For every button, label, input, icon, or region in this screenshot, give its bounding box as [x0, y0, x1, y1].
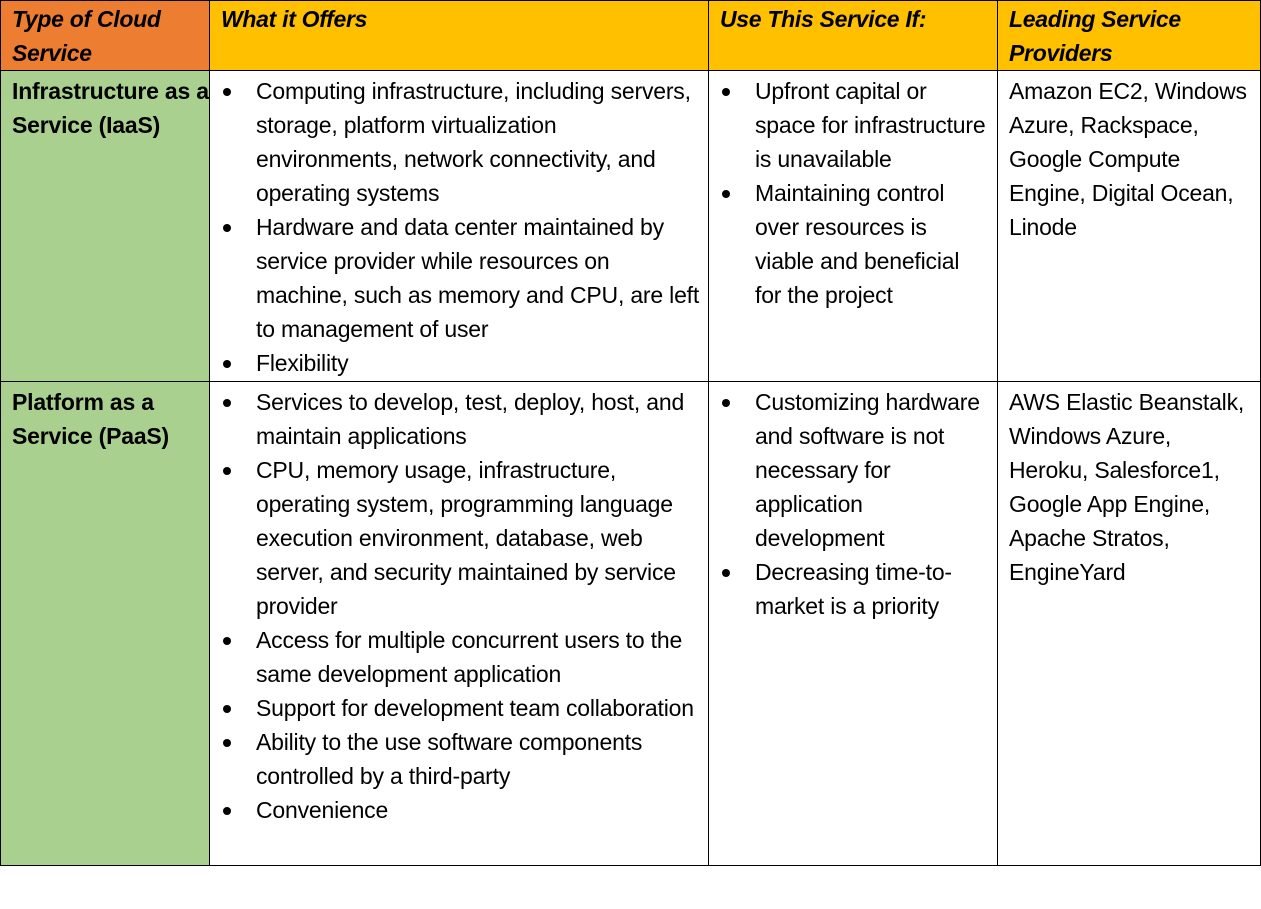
list-item-text: Access for multiple concurrent users to … [256, 627, 683, 687]
list-item: Customizing hardware and software is not… [709, 385, 991, 555]
list-item-text: Convenience [256, 797, 389, 823]
list-item-text: Upfront capital or space for infrastruct… [755, 78, 986, 172]
list-item: Hardware and data center maintained by s… [210, 210, 702, 346]
list-item: Maintaining control over resources is vi… [709, 176, 991, 312]
list-item-text: Flexibility [256, 350, 349, 376]
bullet-icon [722, 190, 730, 198]
bullet-icon [722, 88, 730, 96]
offers-cell-iaas: Computing infrastructure, including serv… [209, 70, 709, 382]
header-offers-label: What it Offers [221, 6, 368, 32]
use-if-cell-iaas: Upfront capital or space for infrastruct… [708, 70, 998, 382]
list-item: Ability to the use software components c… [210, 725, 702, 793]
list-item: CPU, memory usage, infrastructure, opera… [210, 453, 702, 623]
list-item: Support for development team collaborati… [210, 691, 702, 725]
header-use-if-label: Use This Service If: [720, 6, 927, 32]
list-item: Access for multiple concurrent users to … [210, 623, 702, 691]
bullet-icon [223, 88, 231, 96]
list-item-text: Ability to the use software components c… [256, 729, 643, 789]
offers-list-iaas: Computing infrastructure, including serv… [210, 74, 702, 380]
bullet-icon [223, 807, 231, 815]
header-type-label: Type of Cloud Service [12, 6, 161, 66]
header-offers: What it Offers [209, 0, 709, 71]
header-row: Type of Cloud Service What it Offers Use… [0, 0, 1261, 71]
list-item: Flexibility [210, 346, 702, 380]
providers-cell-paas: AWS Elastic Beanstalk, Windows Azure, He… [997, 381, 1261, 866]
offers-cell-paas: Services to develop, test, deploy, host,… [209, 381, 709, 866]
type-cell-paas: Platform as a Service (PaaS) [0, 381, 210, 866]
bullet-icon [722, 399, 730, 407]
header-providers: Leading Service Providers [997, 0, 1261, 71]
cloud-service-comparison-table: Type of Cloud Service What it Offers Use… [0, 0, 1261, 866]
header-providers-label: Leading Service Providers [1009, 6, 1181, 66]
list-item: Convenience [210, 793, 702, 827]
bullet-icon [223, 467, 231, 475]
header-type: Type of Cloud Service [0, 0, 210, 71]
bullet-icon [223, 399, 231, 407]
list-item-text: Hardware and data center maintained by s… [256, 214, 700, 342]
table-row-paas: Platform as a Service (PaaS) Services to… [0, 381, 1261, 866]
offers-list-paas: Services to develop, test, deploy, host,… [210, 385, 702, 827]
type-cell-iaas: Infrastructure as a Service (IaaS) [0, 70, 210, 382]
list-item-text: Decreasing time-to-market is a priority [755, 559, 952, 619]
table-row-iaas: Infrastructure as a Service (IaaS) Compu… [0, 70, 1261, 382]
list-item-text: CPU, memory usage, infrastructure, opera… [256, 457, 676, 619]
list-item-text: Maintaining control over resources is vi… [755, 180, 960, 308]
bullet-icon [722, 569, 730, 577]
providers-cell-iaas: Amazon EC2, Windows Azure, Rackspace, Go… [997, 70, 1261, 382]
list-item: Upfront capital or space for infrastruct… [709, 74, 991, 176]
list-item-text: Services to develop, test, deploy, host,… [256, 389, 685, 449]
list-item-text: Customizing hardware and software is not… [755, 389, 980, 551]
use-if-list-iaas: Upfront capital or space for infrastruct… [709, 74, 991, 312]
bullet-icon [223, 637, 231, 645]
header-use-if: Use This Service If: [708, 0, 998, 71]
bullet-icon [223, 705, 231, 713]
use-if-list-paas: Customizing hardware and software is not… [709, 385, 991, 623]
bullet-icon [223, 360, 231, 368]
list-item: Computing infrastructure, including serv… [210, 74, 702, 210]
use-if-cell-paas: Customizing hardware and software is not… [708, 381, 998, 866]
list-item: Services to develop, test, deploy, host,… [210, 385, 702, 453]
list-item-text: Computing infrastructure, including serv… [256, 78, 691, 206]
bullet-icon [223, 739, 231, 747]
list-item: Decreasing time-to-market is a priority [709, 555, 991, 623]
bullet-icon [223, 224, 231, 232]
list-item-text: Support for development team collaborati… [256, 695, 694, 721]
